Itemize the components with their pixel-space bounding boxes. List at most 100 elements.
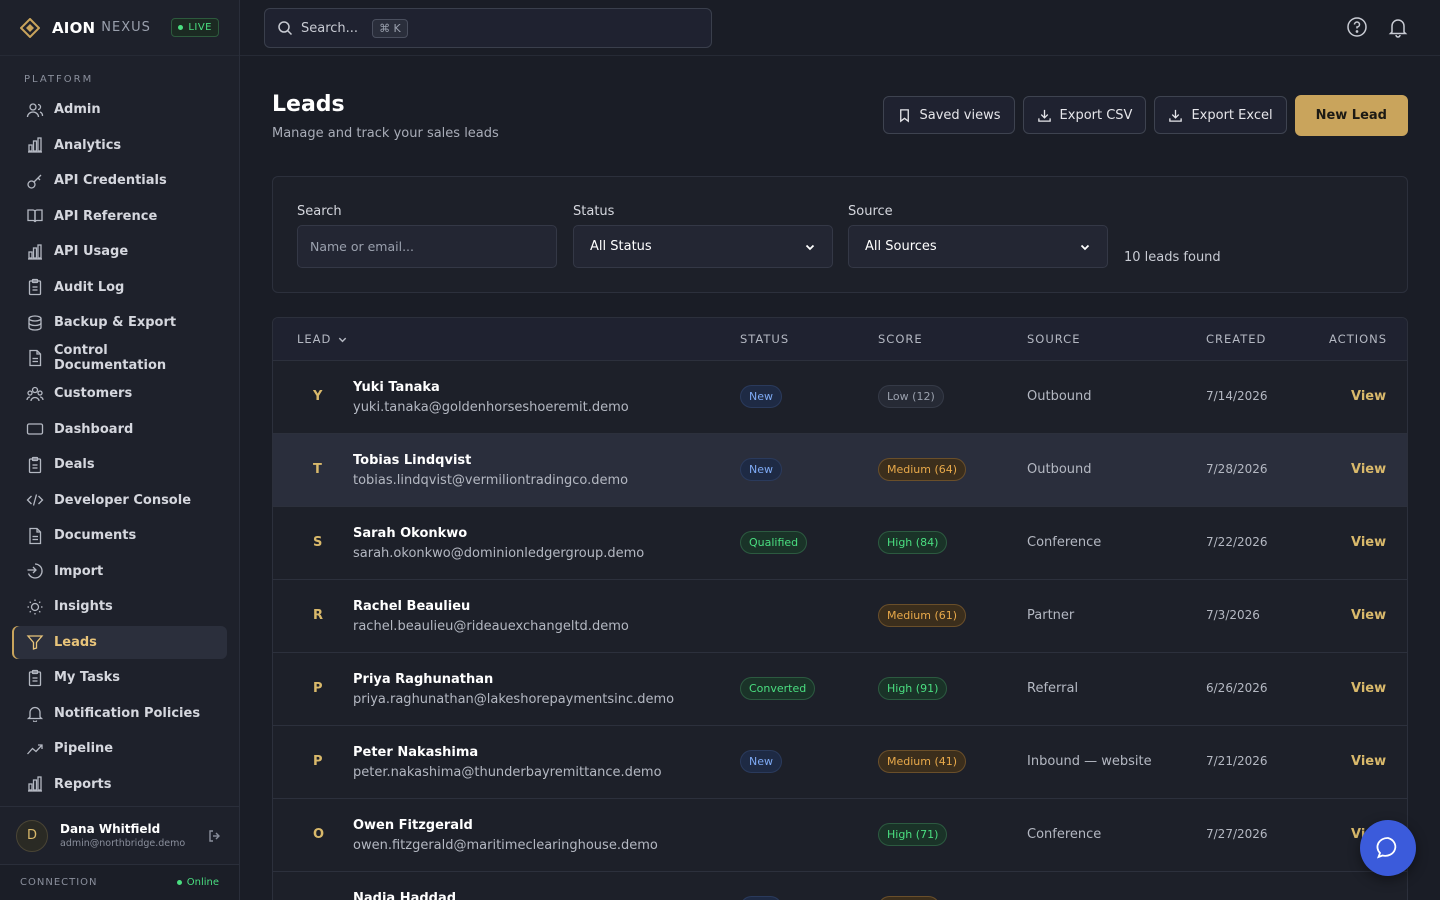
view-lead-link[interactable]: View bbox=[1351, 681, 1386, 696]
export-excel-label: Export Excel bbox=[1191, 107, 1273, 123]
sidebar-item-control-documentation[interactable]: Control Documentation bbox=[12, 342, 227, 375]
table-row[interactable]: T Tobias Lindqvist tobias.lindqvist@vermil… bbox=[273, 433, 1407, 506]
sidebar-item-label: Control Documentation bbox=[54, 343, 167, 373]
lead-created-date: 7/28/2026 bbox=[1206, 462, 1268, 476]
table-row[interactable]: P Priya Raghunathan priya.raghunathan@lake… bbox=[273, 652, 1407, 725]
lead-name: Owen Fitzgerald bbox=[353, 818, 473, 833]
status-badge: Converted bbox=[740, 677, 816, 700]
topbar: Search... ⌘ K bbox=[240, 0, 1440, 56]
lead-name: Peter Nakashima bbox=[353, 745, 479, 760]
sidebar-item-notification-policies[interactable]: Notification Policies bbox=[12, 697, 227, 730]
sidebar-item-dashboard[interactable]: Dashboard bbox=[12, 413, 227, 446]
sidebar-item-admin[interactable]: Admin bbox=[12, 93, 227, 126]
bar-chart-icon bbox=[28, 776, 42, 792]
lead-source: Conference bbox=[1027, 827, 1102, 842]
sidebar-item-api-usage[interactable]: API Usage bbox=[12, 235, 227, 268]
score-badge: Low (12) bbox=[878, 385, 944, 408]
status-select[interactable]: All Status bbox=[573, 225, 833, 268]
lead-email: priya.raghunathan@lakeshorepaymentsinc.d… bbox=[353, 692, 675, 707]
lead-name: Sarah Okonkwo bbox=[353, 526, 468, 541]
sidebar-nav: Admin Analytics API Credentials API Referen… bbox=[0, 93, 239, 801]
lead-created-date: 7/3/2026 bbox=[1206, 608, 1260, 622]
sidebar-item-analytics[interactable]: Analytics bbox=[12, 129, 227, 162]
table-row[interactable]: S Sarah Okonkwo sarah.okonkwo@dominionledg… bbox=[273, 506, 1407, 579]
export-excel-button[interactable]: Export Excel bbox=[1154, 96, 1287, 134]
code-icon bbox=[26, 494, 44, 506]
sidebar-item-api-reference[interactable]: API Reference bbox=[12, 200, 227, 233]
view-lead-link[interactable]: View bbox=[1351, 389, 1386, 404]
status-dot-icon bbox=[176, 880, 182, 885]
logout-icon[interactable] bbox=[207, 828, 223, 844]
sidebar-item-label: Developer Console bbox=[54, 492, 192, 508]
sidebar-item-pipeline[interactable]: Pipeline bbox=[12, 732, 227, 765]
avatar: D bbox=[16, 819, 48, 852]
sidebar-item-label: Notification Policies bbox=[54, 705, 201, 721]
export-csv-button[interactable]: Export CSV bbox=[1022, 96, 1147, 134]
sidebar-item-label: Pipeline bbox=[54, 741, 114, 756]
view-lead-link[interactable]: View bbox=[1351, 535, 1386, 550]
saved-views-button[interactable]: Saved views bbox=[882, 96, 1015, 134]
export-csv-label: Export CSV bbox=[1059, 107, 1133, 123]
file-icon bbox=[29, 527, 42, 544]
table-row[interactable]: Y Yuki Tanaka yuki.tanaka@goldenhorseshoer… bbox=[273, 360, 1407, 433]
header-lead-sort[interactable]: LEAD bbox=[297, 332, 348, 346]
sidebar-item-my-tasks[interactable]: My Tasks bbox=[12, 661, 227, 694]
new-lead-button[interactable]: New Lead bbox=[1294, 95, 1408, 136]
global-search-input[interactable]: Search... ⌘ K bbox=[264, 8, 712, 48]
lead-initial: P bbox=[313, 754, 323, 769]
sidebar-item-leads[interactable]: Leads bbox=[12, 625, 227, 659]
sidebar-item-developer-console[interactable]: Developer Console bbox=[12, 484, 227, 517]
lead-email: rachel.beaulieu@rideauexchangeltd.demo bbox=[353, 619, 629, 634]
chat-button[interactable] bbox=[1360, 820, 1416, 876]
sidebar-item-customers[interactable]: Customers bbox=[12, 377, 227, 410]
bell-icon[interactable] bbox=[1387, 16, 1409, 38]
live-label: LIVE bbox=[188, 22, 212, 33]
table-body: Y Yuki Tanaka yuki.tanaka@goldenhorseshoer… bbox=[273, 360, 1407, 900]
table-row[interactable]: O Owen Fitzgerald owen.fitzgerald@maritime… bbox=[273, 798, 1407, 871]
connection-label: CONNECTION bbox=[20, 877, 98, 888]
header-actions: Saved views Export CSV Export Excel New … bbox=[882, 95, 1408, 136]
user-profile[interactable]: D Dana Whitfield admin@northbridge.demo bbox=[0, 806, 239, 864]
view-lead-link[interactable]: View bbox=[1351, 462, 1386, 477]
score-badge: Medium (41) bbox=[878, 750, 967, 773]
score-badge: Medium (64) bbox=[878, 458, 967, 481]
lead-source: Outbound bbox=[1027, 462, 1092, 477]
status-badge: New bbox=[740, 385, 782, 408]
sidebar-item-insights[interactable]: Insights bbox=[12, 590, 227, 623]
user-name: Dana Whitfield bbox=[60, 822, 161, 836]
help-icon[interactable] bbox=[1346, 16, 1368, 38]
sidebar-item-import[interactable]: Import bbox=[12, 555, 227, 588]
lead-initial: Y bbox=[313, 389, 323, 404]
sidebar-item-documents[interactable]: Documents bbox=[12, 519, 227, 552]
view-lead-link[interactable]: View bbox=[1351, 754, 1386, 769]
sidebar-item-label: My Tasks bbox=[54, 670, 121, 685]
sidebar-item-audit-log[interactable]: Audit Log bbox=[12, 271, 227, 304]
sidebar-item-label: Reports bbox=[54, 776, 112, 792]
sidebar-item-api-credentials[interactable]: API Credentials bbox=[12, 164, 227, 197]
sidebar-item-backup-export[interactable]: Backup & Export bbox=[12, 306, 227, 339]
sidebar-item-reports[interactable]: Reports bbox=[12, 768, 227, 801]
page-subtitle: Manage and track your sales leads bbox=[272, 126, 499, 141]
header-source: SOURCE bbox=[1027, 332, 1081, 346]
page-title: Leads bbox=[272, 92, 345, 117]
source-select[interactable]: All Sources bbox=[848, 225, 1108, 268]
chevron-down-icon bbox=[805, 244, 815, 250]
lead-initial: T bbox=[313, 462, 322, 477]
file-icon bbox=[29, 349, 42, 367]
table-row[interactable]: NNadia HaddadNewMedium bbox=[273, 871, 1407, 900]
lead-name: Tobias Lindqvist bbox=[353, 453, 472, 468]
score-badge: Medium bbox=[878, 896, 940, 900]
table-row[interactable]: R Rachel Beaulieu rachel.beaulieu@rideauex… bbox=[273, 579, 1407, 652]
chevron-down-icon bbox=[1080, 244, 1090, 250]
import-icon bbox=[27, 563, 43, 579]
view-lead-link[interactable]: View bbox=[1351, 608, 1386, 623]
lead-name: Rachel Beaulieu bbox=[353, 599, 471, 614]
sidebar-item-deals[interactable]: Deals bbox=[12, 448, 227, 481]
lead-search-input[interactable]: Name or email... bbox=[297, 225, 557, 268]
lead-source: Partner bbox=[1027, 608, 1075, 623]
bar-chart-icon bbox=[28, 243, 42, 260]
sidebar-item-label: Admin bbox=[54, 102, 101, 117]
table-row[interactable]: P Peter Nakashima peter.nakashima@thunderb… bbox=[273, 725, 1407, 798]
download-icon bbox=[1169, 109, 1183, 122]
lead-initial: S bbox=[313, 535, 323, 550]
